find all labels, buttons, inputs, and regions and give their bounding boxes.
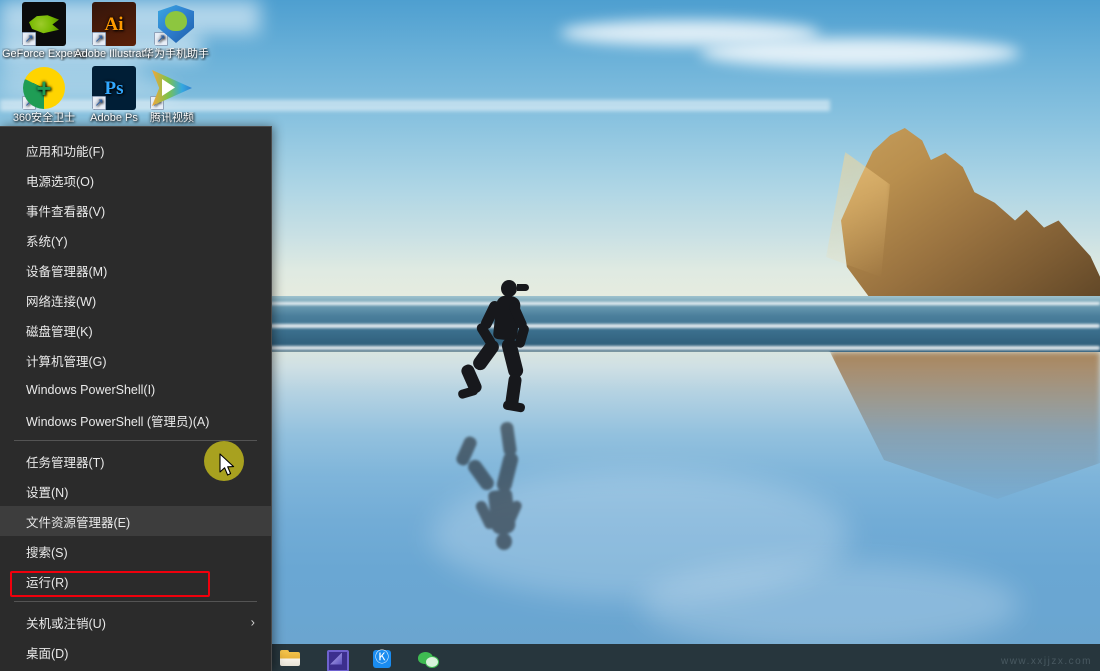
menu-item-settings[interactable]: 设置(N) <box>0 476 271 506</box>
shortcut-arrow-icon: ↗ <box>22 32 36 46</box>
winx-context-menu[interactable]: 应用和功能(F) 电源选项(O) 事件查看器(V) 系统(Y) 设备管理器(M)… <box>0 126 272 671</box>
menu-item-label: 网络连接(W) <box>26 294 97 309</box>
huawei-phone-assistant-icon: ↗ <box>154 2 198 46</box>
shortcut-arrow-icon: ↗ <box>150 96 164 110</box>
desktop-icon-video-player[interactable]: ↗ 腾讯视频 <box>130 66 214 125</box>
taskbar-kingsoft[interactable] <box>370 647 394 669</box>
menu-item-label: 事件查看器(V) <box>26 204 106 219</box>
video-player-icon: ↗ <box>150 66 194 110</box>
desktop-icon-label: 腾讯视频 <box>150 112 194 124</box>
runner-silhouette <box>455 280 565 420</box>
taskbar-wechat[interactable] <box>416 647 440 669</box>
menu-item-power-options[interactable]: 电源选项(O) <box>0 165 271 195</box>
surf-line <box>270 324 1100 328</box>
menu-separator <box>14 601 257 602</box>
watermark-text: www.xxjjzx.com <box>1000 656 1092 667</box>
shortcut-arrow-icon: ↗ <box>154 32 168 46</box>
menu-item-label: 电源选项(O) <box>26 174 95 189</box>
chevron-right-icon: › <box>250 614 255 630</box>
menu-item-label: Windows PowerShell (管理员)(A) <box>26 414 210 429</box>
menu-item-system[interactable]: 系统(Y) <box>0 225 271 255</box>
menu-item-event-viewer[interactable]: 事件查看器(V) <box>0 195 271 225</box>
geforce-experience-icon: ↗ <box>22 2 66 46</box>
shortcut-arrow-icon: ↗ <box>22 96 36 110</box>
menu-item-shutdown-or-sign-out[interactable]: 关机或注销(U) › <box>0 607 271 637</box>
runner-reflection <box>450 420 565 550</box>
surf-line <box>270 302 1100 305</box>
desktop-icon-label: 华为手机助手 <box>143 48 209 60</box>
menu-item-run[interactable]: 运行(R) <box>0 566 271 596</box>
desktop-icon-huawei-assistant[interactable]: ↗ 华为手机助手 <box>130 2 222 61</box>
menu-item-label: Windows PowerShell(I) <box>26 383 156 397</box>
menu-item-label: 运行(R) <box>26 575 69 590</box>
menu-item-search[interactable]: 搜索(S) <box>0 536 271 566</box>
shortcut-arrow-icon: ↗ <box>92 32 106 46</box>
shortcut-arrow-icon: ↗ <box>92 96 106 110</box>
taskbar-purple-app[interactable] <box>324 647 349 671</box>
mouse-cursor-icon <box>219 453 235 476</box>
menu-item-label: 任务管理器(T) <box>26 455 105 470</box>
cloud-shape <box>700 38 1020 68</box>
menu-item-label: 设备管理器(M) <box>26 264 108 279</box>
menu-item-computer-management[interactable]: 计算机管理(G) <box>0 345 271 375</box>
water-sheen <box>640 560 1020 650</box>
surf-line <box>270 346 1100 350</box>
menu-item-apps-and-features[interactable]: 应用和功能(F) <box>0 135 271 165</box>
desktop-screen: ↗ GeForce Experience ↗ Adobe Illustrat..… <box>0 0 1100 671</box>
menu-item-windows-powershell[interactable]: Windows PowerShell(I) <box>0 375 271 405</box>
menu-item-desktop[interactable]: 桌面(D) <box>0 637 271 667</box>
menu-item-device-manager[interactable]: 设备管理器(M) <box>0 255 271 285</box>
menu-item-windows-powershell-admin[interactable]: Windows PowerShell (管理员)(A) <box>0 405 271 435</box>
menu-item-label: 应用和功能(F) <box>26 144 105 159</box>
menu-item-network-connections[interactable]: 网络连接(W) <box>0 285 271 315</box>
taskbar-file-explorer[interactable] <box>278 647 302 669</box>
menu-item-label: 文件资源管理器(E) <box>26 515 131 530</box>
menu-item-label: 计算机管理(G) <box>26 354 107 369</box>
menu-item-file-explorer[interactable]: 文件资源管理器(E) <box>0 506 271 536</box>
menu-item-label: 桌面(D) <box>26 646 69 661</box>
menu-item-label: 设置(N) <box>26 485 69 500</box>
menu-item-label: 磁盘管理(K) <box>26 324 93 339</box>
menu-item-disk-management[interactable]: 磁盘管理(K) <box>0 315 271 345</box>
360-security-icon: ↗ <box>22 66 66 110</box>
menu-item-label: 系统(Y) <box>26 234 68 249</box>
menu-item-label: 搜索(S) <box>26 545 68 560</box>
menu-item-label: 关机或注销(U) <box>26 616 106 631</box>
